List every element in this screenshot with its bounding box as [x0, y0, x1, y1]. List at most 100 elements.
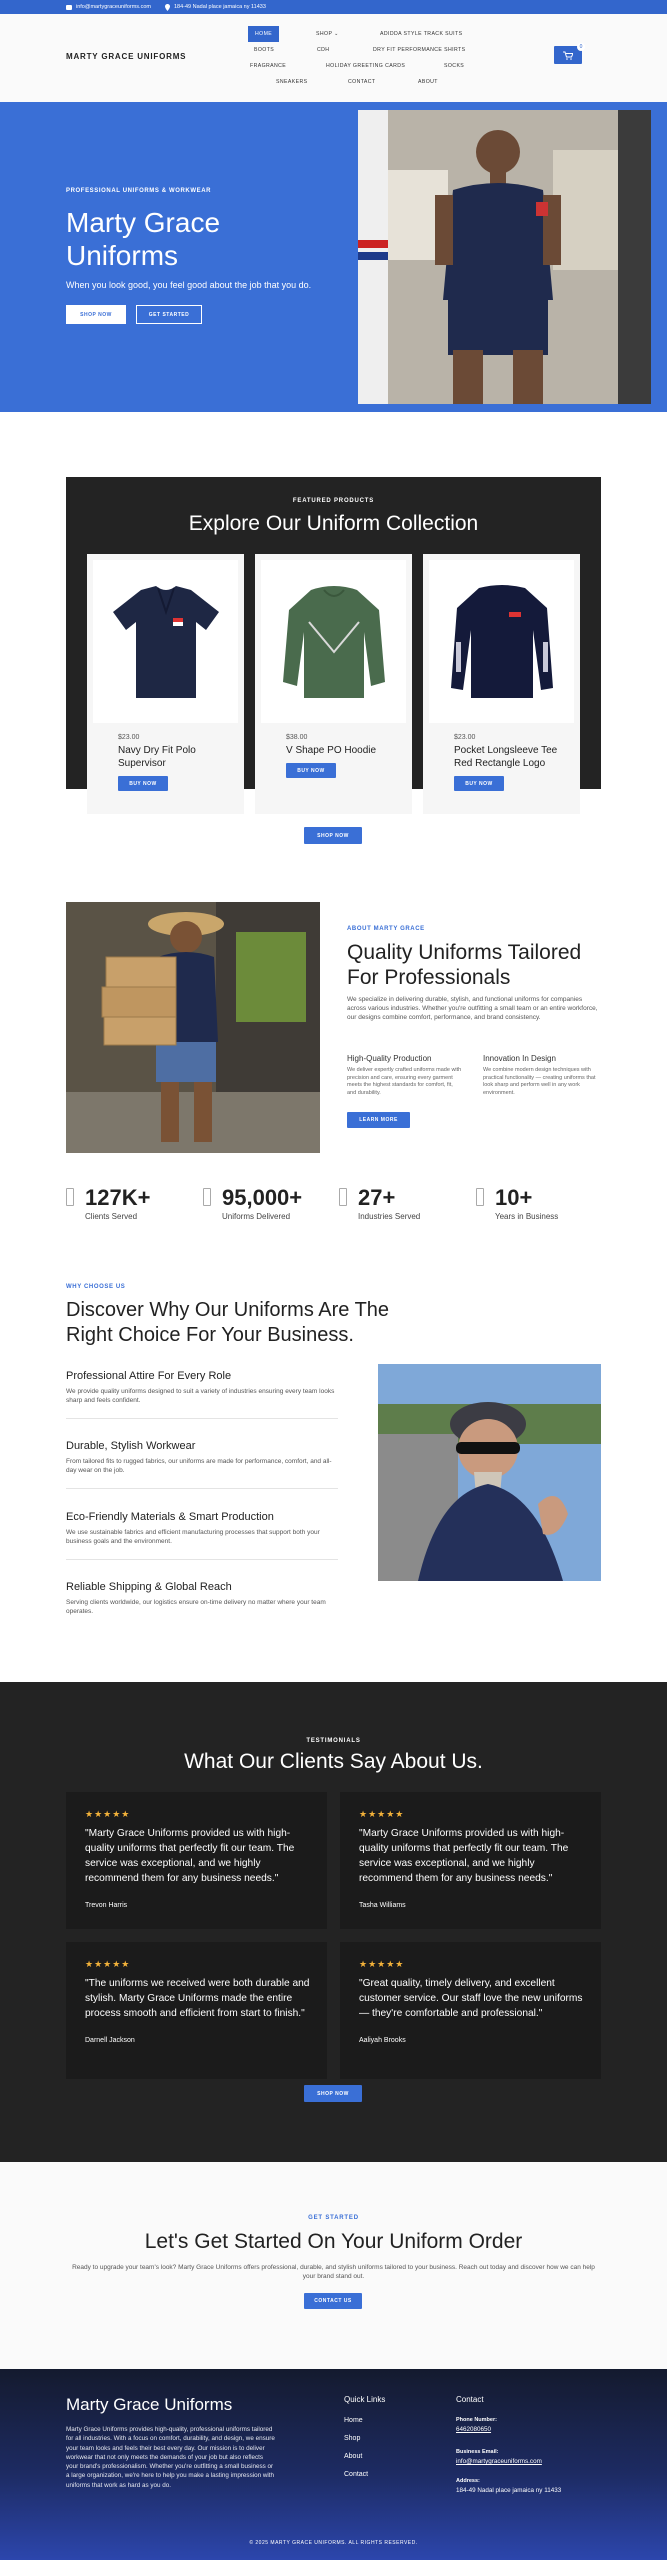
nav-greeting-cards[interactable]: HOLIDAY GREETING CARDS	[326, 63, 405, 69]
phone-link[interactable]: 6462080650	[456, 2426, 491, 2433]
hero-shop-now-button[interactable]: SHOP NOW	[66, 305, 126, 324]
footer-link-home[interactable]: Home	[344, 2417, 363, 2424]
chevron-down-icon: ⌄	[334, 31, 339, 37]
nav-shop[interactable]: SHOP ⌄	[316, 31, 339, 37]
product-price: $38.00	[286, 734, 308, 741]
product-card[interactable]: $23.00 Navy Dry Fit Polo Supervisor BUY …	[87, 554, 244, 814]
why-kicker: WHY CHOOSE US	[66, 1284, 126, 1290]
contact-us-button[interactable]: CONTACT US	[304, 2293, 362, 2309]
footer-description: Marty Grace Uniforms provides high-quali…	[66, 2426, 275, 2489]
about-title: Quality Uniforms Tailored For Profession…	[347, 941, 582, 989]
collection-kicker: FEATURED PRODUCTS	[292, 498, 375, 504]
email-link[interactable]: info@martygraceuniforms.com	[456, 2458, 542, 2465]
buy-now-button[interactable]: BUY NOW	[454, 776, 504, 791]
stat-label: Uniforms Delivered	[222, 1212, 291, 1221]
about-kicker: ABOUT MARTY GRACE	[347, 926, 425, 932]
testimonial-quote: "Marty Grace Uniforms provided us with h…	[85, 1828, 295, 1884]
hero-section: PROFESSIONAL UNIFORMS & WORKWEAR Marty G…	[0, 102, 667, 412]
nav-dry-fit[interactable]: DRY FIT PERFORMANCE SHIRTS	[373, 47, 465, 53]
cta-section: GET STARTED Let's Get Started On Your Un…	[0, 2162, 667, 2369]
address-text: 184-49 Nadal place jamaica ny 11433	[456, 2487, 562, 2494]
testimonials-section: TESTIMONIALS What Our Clients Say About …	[0, 1682, 667, 2162]
site-footer: Marty Grace Uniforms Marty Grace Uniform…	[0, 2369, 667, 2560]
product-name[interactable]: V Shape PO Hoodie	[286, 744, 406, 757]
cart-icon	[563, 51, 573, 60]
feature-title: High-Quality Production	[347, 1054, 432, 1063]
why-item-text: From tailored fits to rugged fabrics, ou…	[66, 1458, 332, 1474]
nav-sneakers[interactable]: SNEAKERS	[276, 79, 307, 85]
location-pin-icon	[164, 3, 170, 11]
buy-now-button[interactable]: BUY NOW	[286, 763, 336, 778]
feature-innovation: Innovation In Design We combine modern d…	[483, 1054, 598, 1097]
stat-label: Clients Served	[85, 1212, 138, 1221]
quick-links-title: Quick Links	[344, 2395, 386, 2404]
top-address: 184-49 Nadal place jamaica ny 11433	[164, 3, 266, 11]
why-item-title: Professional Attire For Every Role	[66, 1370, 232, 1382]
learn-more-button[interactable]: LEARN MORE	[347, 1112, 410, 1128]
nav-track-suits[interactable]: ADIDDA STYLE TRACK SUITS	[380, 31, 462, 37]
site-logo[interactable]: MARTY GRACE UNIFORMS	[66, 52, 186, 61]
collection-section: FEATURED PRODUCTS Explore Our Uniform Co…	[0, 412, 667, 872]
star-rating-icon: ★★★★★	[359, 1809, 405, 1819]
buy-now-button[interactable]: BUY NOW	[118, 776, 168, 791]
nav-cdh[interactable]: CDH	[317, 47, 329, 53]
why-photo	[378, 1364, 601, 1581]
hero-get-started-button[interactable]: GET STARTED	[136, 305, 202, 324]
feature-text: We combine modern design techniques with…	[483, 1067, 596, 1096]
nav-about[interactable]: ABOUT	[418, 79, 438, 85]
testimonial-card: ★★★★★ "Marty Grace Uniforms provided us …	[340, 1792, 601, 1929]
why-item-text: We use sustainable fabrics and efficient…	[66, 1529, 320, 1545]
cta-title: Let's Get Started On Your Uniform Order	[144, 2230, 523, 2253]
nav-fragrance[interactable]: FRAGRANCE	[250, 63, 286, 69]
hero-subtitle: When you look good, you feel good about …	[66, 280, 312, 290]
product-name[interactable]: Navy Dry Fit Polo Supervisor	[118, 744, 238, 770]
product-card[interactable]: $38.00 V Shape PO Hoodie BUY NOW	[255, 554, 412, 814]
why-item: Durable, Stylish Workwear From tailored …	[66, 1440, 338, 1489]
why-item: Reliable Shipping & Global Reach Serving…	[66, 1581, 338, 1616]
why-section: WHY CHOOSE US Discover Why Our Uniforms …	[0, 1284, 667, 1682]
nav-socks[interactable]: SOCKS	[444, 63, 464, 69]
star-rating-icon: ★★★★★	[359, 1959, 405, 1969]
testimonials-title: What Our Clients Say About Us.	[184, 1750, 483, 1773]
testimonials-shop-now-button[interactable]: SHOP NOW	[304, 2085, 362, 2102]
footer-brand: Marty Grace Uniforms	[66, 2395, 233, 2414]
nav-contact[interactable]: CONTACT	[348, 79, 376, 85]
stat-industries: 27+ Industries Served	[339, 1182, 469, 1222]
stat-label: Years in Business	[495, 1212, 559, 1221]
about-text: We specialize in delivering durable, sty…	[347, 996, 598, 1021]
product-image[interactable]	[261, 560, 406, 723]
nav-boots[interactable]: BOOTS	[254, 47, 274, 53]
feature-title: Innovation In Design	[483, 1054, 556, 1063]
stat-uniforms: 95,000+ Uniforms Delivered	[203, 1182, 333, 1222]
feature-text: We deliver expertly crafted uniforms mad…	[347, 1067, 462, 1096]
product-image[interactable]	[93, 560, 238, 723]
top-email[interactable]: info@martygraceuniforms.com	[66, 4, 151, 10]
product-image[interactable]	[429, 560, 574, 723]
feature-high-quality: High-Quality Production We deliver exper…	[347, 1054, 462, 1097]
stat-number: 27+	[358, 1185, 396, 1210]
product-name[interactable]: Pocket Longsleeve Tee Red Rectangle Logo	[454, 744, 574, 770]
product-price: $23.00	[454, 734, 476, 741]
testimonials-kicker: TESTIMONIALS	[306, 1738, 361, 1744]
footer-link-shop[interactable]: Shop	[344, 2435, 360, 2442]
hero-photo	[358, 110, 651, 404]
stat-number: 95,000+	[222, 1185, 303, 1210]
contact-title: Contact	[456, 2395, 484, 2404]
collection-shop-now-button[interactable]: SHOP NOW	[304, 827, 362, 844]
divider	[66, 1488, 338, 1489]
cta-text: Ready to upgrade your team's look? Marty…	[72, 2264, 595, 2280]
address-label: Address:	[456, 2478, 480, 2484]
nav-home[interactable]: HOME	[248, 26, 280, 42]
testimonial-author: Darnell Jackson	[85, 2037, 135, 2044]
cart-button[interactable]: 0	[554, 43, 585, 64]
stat-years: 10+ Years in Business	[476, 1182, 606, 1222]
why-item: Eco-Friendly Materials & Smart Productio…	[66, 1511, 338, 1560]
star-rating-icon: ★★★★★	[85, 1809, 131, 1819]
footer-link-about[interactable]: About	[344, 2453, 362, 2460]
testimonial-author: Aaliyah Brooks	[359, 2037, 406, 2044]
testimonial-card: ★★★★★ "The uniforms we received were bot…	[66, 1942, 327, 2079]
product-card[interactable]: $23.00 Pocket Longsleeve Tee Red Rectang…	[423, 554, 580, 814]
top-bar: info@martygraceuniforms.com 184-49 Nadal…	[0, 0, 667, 14]
testimonial-quote: "Marty Grace Uniforms provided us with h…	[359, 1828, 569, 1884]
footer-link-contact[interactable]: Contact	[344, 2471, 368, 2478]
